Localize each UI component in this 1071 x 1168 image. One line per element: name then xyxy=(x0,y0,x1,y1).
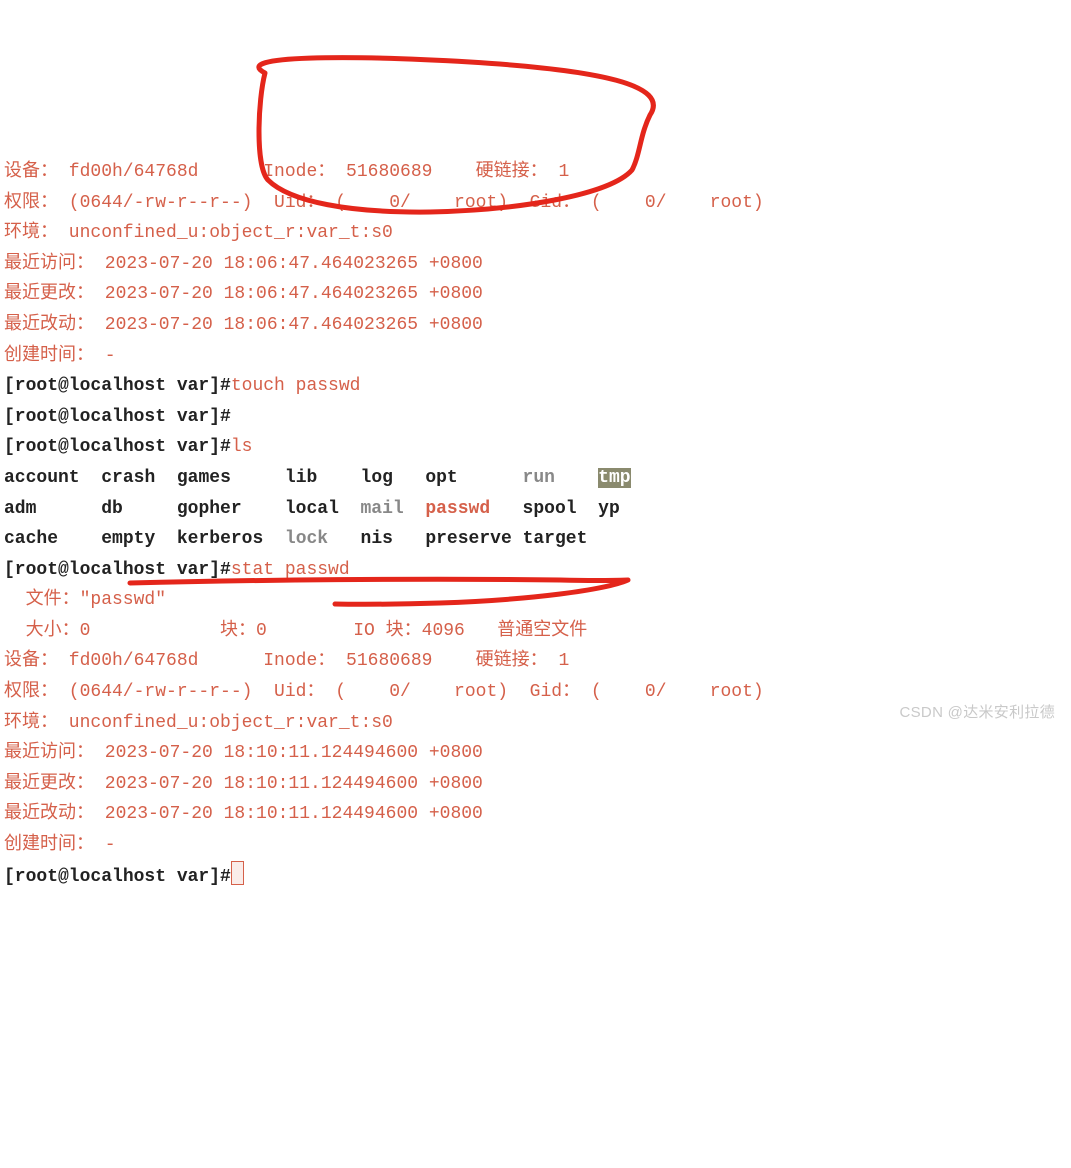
stat2-env: 环境： unconfined_u:object_r:var_t:s0 xyxy=(4,713,393,733)
stat-mtime: 最近更改： 2023-07-20 18:06:47.464023265 +080… xyxy=(4,284,483,304)
ls-dir: crash xyxy=(101,468,155,488)
stat2-size: 大小：0 块：0 IO 块：4096 普通空文件 xyxy=(4,621,587,641)
ls-dir: nis xyxy=(361,529,393,549)
stat-device: 设备： fd00h/64768d Inode： 51680689 硬链接： 1 xyxy=(4,162,569,182)
cursor[interactable] xyxy=(231,861,244,885)
ls-dir: adm xyxy=(4,499,36,519)
ls-dir: kerberos xyxy=(177,529,263,549)
ls-row: account crash games lib log opt run tmp xyxy=(4,468,631,488)
stat2-file: 文件："passwd" xyxy=(4,590,166,610)
ls-dir: cache xyxy=(4,529,58,549)
stat2-btime: 创建时间： - xyxy=(4,835,116,855)
stat-env: 环境： unconfined_u:object_r:var_t:s0 xyxy=(4,223,393,243)
ls-file: passwd xyxy=(425,499,490,519)
ls-link: lock xyxy=(285,529,328,549)
stat-ctime: 最近改动： 2023-07-20 18:06:47.464023265 +080… xyxy=(4,315,483,335)
ls-dir: empty xyxy=(101,529,155,549)
shell-prompt[interactable]: [root@localhost var]# xyxy=(4,376,231,396)
ls-row: cache empty kerberos lock nis preserve t… xyxy=(4,529,587,549)
stat-atime: 最近访问： 2023-07-20 18:06:47.464023265 +080… xyxy=(4,254,483,274)
ls-dir: gopher xyxy=(177,499,242,519)
stat-btime: 创建时间： - xyxy=(4,346,116,366)
ls-link: mail xyxy=(361,499,404,519)
ls-dir: opt xyxy=(425,468,457,488)
ls-dir: preserve xyxy=(425,529,511,549)
cmd-ls: ls xyxy=(231,437,253,457)
ls-dir: log xyxy=(361,468,393,488)
stat-perm: 权限： (0644/-rw-r--r--) Uid： ( 0/ root) Gi… xyxy=(4,193,764,213)
cmd-stat: stat passwd xyxy=(231,560,350,580)
stat2-atime: 最近访问： 2023-07-20 18:10:11.124494600 +080… xyxy=(4,743,483,763)
ls-dir: lib xyxy=(285,468,317,488)
ls-dir: local xyxy=(285,499,339,519)
stat2-mtime: 最近更改： 2023-07-20 18:10:11.124494600 +080… xyxy=(4,774,483,794)
ls-dir: target xyxy=(523,529,588,549)
shell-prompt[interactable]: [root@localhost var]# xyxy=(4,437,231,457)
ls-dir: db xyxy=(101,499,123,519)
ls-dir: spool xyxy=(523,499,577,519)
shell-prompt[interactable]: [root@localhost var]# xyxy=(4,560,231,580)
ls-dir: games xyxy=(177,468,231,488)
ls-dir: account xyxy=(4,468,80,488)
cmd-touch: touch passwd xyxy=(231,376,361,396)
watermark: CSDN @达米安利拉德 xyxy=(900,700,1056,726)
ls-dir: yp xyxy=(598,499,620,519)
stat2-ctime: 最近改动： 2023-07-20 18:10:11.124494600 +080… xyxy=(4,804,483,824)
ls-sticky: tmp xyxy=(598,468,630,488)
ls-link: run xyxy=(523,468,555,488)
ls-row: adm db gopher local mail passwd spool yp xyxy=(4,499,620,519)
stat2-device: 设备： fd00h/64768d Inode： 51680689 硬链接： 1 xyxy=(4,651,569,671)
stat2-perm: 权限： (0644/-rw-r--r--) Uid： ( 0/ root) Gi… xyxy=(4,682,764,702)
shell-prompt[interactable]: [root@localhost var]# xyxy=(4,407,231,427)
shell-prompt[interactable]: [root@localhost var]# xyxy=(4,867,231,887)
terminal-output: 设备： fd00h/64768d Inode： 51680689 硬链接： 1 … xyxy=(0,122,1071,892)
